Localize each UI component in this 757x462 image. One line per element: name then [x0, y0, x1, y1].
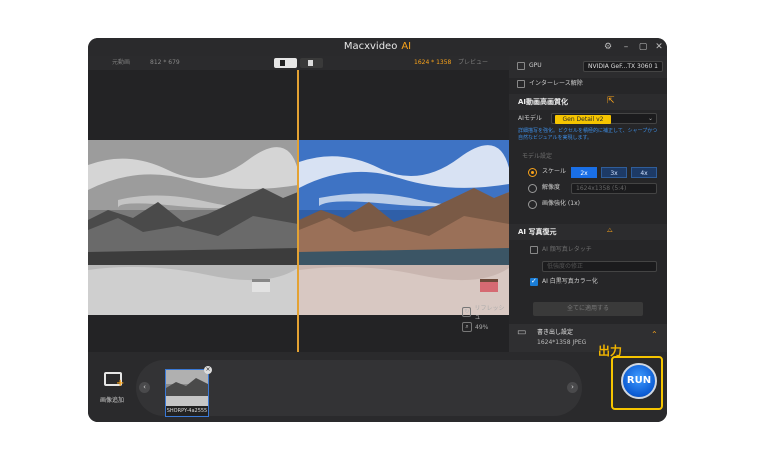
minimize-icon[interactable]: – — [620, 41, 632, 53]
zoom-controls: ↻ リフレッシュ ⌕ 49% — [462, 305, 508, 334]
split-view-icon[interactable] — [274, 58, 297, 68]
apply-all-button[interactable]: 全てに適用する — [533, 302, 643, 316]
zoom-value: 49% — [475, 323, 489, 331]
title-bar: Macxvideo AI ⚙ – ▢ ✕ — [88, 38, 667, 56]
gpu-select[interactable]: NVIDIA GeF...TX 3060 1 — [583, 61, 663, 72]
app-title: Macxvideo AI — [88, 38, 667, 56]
deinterlace-checkbox[interactable] — [517, 80, 525, 88]
deinterlace-row: インターレース解除 — [509, 78, 667, 92]
description-row: 詳細描写を強化。ピクセルを積極的に補正して、シャープかつ自然なビジュアルを実現し… — [509, 128, 667, 148]
maximize-icon[interactable]: ▢ — [637, 41, 649, 53]
original-resolution: 812 * 679 — [150, 59, 180, 66]
output-resolution: 1624 * 1358 — [414, 59, 452, 66]
restore-icon: ⧍ — [607, 227, 613, 234]
run-highlight: RUN — [611, 356, 663, 410]
colorize-row: AI 白黒写真カラー化 — [509, 276, 667, 290]
view-toggle[interactable] — [274, 58, 323, 68]
resolution-select[interactable]: 1624x1358 (5:4) — [571, 183, 657, 194]
resolution-row: 解像度 1624x1358 (5:4) — [509, 182, 667, 196]
enhanced-landscape-image — [299, 140, 509, 315]
scroll-left-button[interactable]: ‹ — [139, 382, 150, 393]
scroll-right-button[interactable]: › — [567, 382, 578, 393]
scale-2x-button[interactable]: 2x — [571, 167, 597, 178]
bottom-bar: + 画像追加 ‹ › SHORPY-4a2555 × RUN — [88, 352, 667, 422]
quality-row: 画像強化 (1x) — [509, 198, 667, 212]
output-settings[interactable]: ▭ 書き出し設定 1624*1358 JPEG ⌃ — [509, 324, 667, 352]
ai-model-label: AIモデル — [518, 115, 542, 122]
scale-radio[interactable] — [528, 168, 537, 177]
face-row: AI 顔写真レタッチ — [509, 244, 667, 258]
resolution-select-value: 1624x1358 (5:4) — [576, 185, 627, 192]
preview-label-row: 元動画 812 * 679 1624 * 1358 プレビュー — [88, 56, 509, 70]
restore-header-row: AI 写真復元 ⧍ — [509, 224, 667, 240]
preview-label: プレビュー — [458, 59, 489, 66]
compare-divider[interactable] — [297, 70, 299, 352]
close-icon[interactable]: ✕ — [653, 41, 665, 53]
plus-icon: + — [116, 378, 125, 389]
resolution-label: 解像度 — [542, 184, 561, 191]
app-title-ai: AI — [401, 41, 412, 52]
reset-label: リフレッシュ — [474, 305, 505, 321]
chevron-down-icon: ⌄ — [647, 115, 653, 122]
colorize-checkbox[interactable] — [530, 277, 538, 286]
zoom-button[interactable]: ⌕ 49% — [462, 321, 508, 333]
output-annotation: 出力 — [598, 344, 623, 358]
chevron-up-icon[interactable]: ⌃ — [651, 330, 658, 340]
scale-label: スケール — [542, 168, 567, 175]
remove-thumbnail-icon[interactable]: × — [204, 366, 212, 374]
model-settings-label: モデル設定 — [522, 153, 553, 160]
face-select[interactable]: 低強度の修正 — [542, 261, 657, 272]
scale-4x-button[interactable]: 4x — [631, 167, 657, 178]
quality-radio[interactable] — [528, 200, 537, 209]
image-thumbnail[interactable]: SHORPY-4a2555 × — [165, 366, 212, 417]
output-detail: 1624*1358 JPEG — [537, 339, 587, 346]
ai-model-value: Gen Detail v2 — [555, 115, 611, 124]
expand-icon[interactable]: ⇱ — [607, 96, 615, 106]
gpu-checkbox[interactable] — [517, 62, 525, 70]
reset-button[interactable]: ↻ リフレッシュ — [462, 305, 508, 321]
run-button[interactable]: RUN — [621, 363, 657, 399]
thumbnail-caption: SHORPY-4a2555 — [166, 408, 208, 414]
compare-view-icon[interactable] — [300, 58, 323, 68]
gpu-row: GPU NVIDIA GeF...TX 3060 1 — [509, 56, 667, 78]
monitor-icon: ▭ — [517, 327, 527, 338]
gpu-label: GPU — [529, 62, 542, 69]
app-title-text: Macxvideo — [343, 41, 398, 52]
gpu-select-value: NVIDIA GeF...TX 3060 1 — [588, 63, 658, 70]
colorize-label: AI 白黒写真カラー化 — [542, 278, 598, 285]
add-image-button[interactable]: + 画像追加 — [100, 372, 130, 406]
scale-row: スケール 2x 3x 4x — [509, 166, 667, 180]
add-image-label: 画像追加 — [100, 397, 125, 404]
settings-panel: GPU NVIDIA GeF...TX 3060 1 インターレース解除 AI動… — [509, 56, 667, 352]
output-label: 書き出し設定 — [537, 329, 574, 336]
restore-header: AI 写真復元 — [518, 228, 557, 236]
original-label: 元動画 — [112, 59, 131, 66]
ai-model-row: AIモデル ⌄ Gen Detail v2 — [509, 112, 667, 126]
face-checkbox[interactable] — [530, 246, 538, 254]
face-label: AI 顔写真レタッチ — [542, 246, 592, 253]
model-description: 詳細描写を強化。ピクセルを積極的に補正して、シャープかつ自然なビジュアルを実現し… — [518, 128, 658, 141]
face-select-value: 低強度の修正 — [547, 263, 584, 270]
original-image — [88, 140, 298, 315]
enhance-header: AI動画高画質化 — [518, 98, 569, 106]
preview-image — [299, 140, 509, 315]
scale-3x-button[interactable]: 3x — [601, 167, 627, 178]
resolution-radio[interactable] — [528, 184, 537, 193]
deinterlace-label: インターレース解除 — [529, 80, 583, 87]
enhance-header-row: AI動画高画質化 ⇱ — [509, 94, 667, 110]
gear-icon[interactable]: ⚙ — [602, 41, 614, 53]
original-landscape-image — [88, 140, 298, 315]
refresh-icon: ↻ — [462, 307, 472, 317]
app-window: Macxvideo AI ⚙ – ▢ ✕ 元動画 812 * 679 1624 *… — [88, 38, 667, 422]
zoom-icon: ⌕ — [462, 322, 472, 332]
preview-area: 元動画 812 * 679 1624 * 1358 プレビュー ↻ リフレッシュ… — [88, 56, 509, 352]
thumbnail-image — [166, 370, 208, 406]
quality-label: 画像強化 (1x) — [542, 200, 580, 207]
